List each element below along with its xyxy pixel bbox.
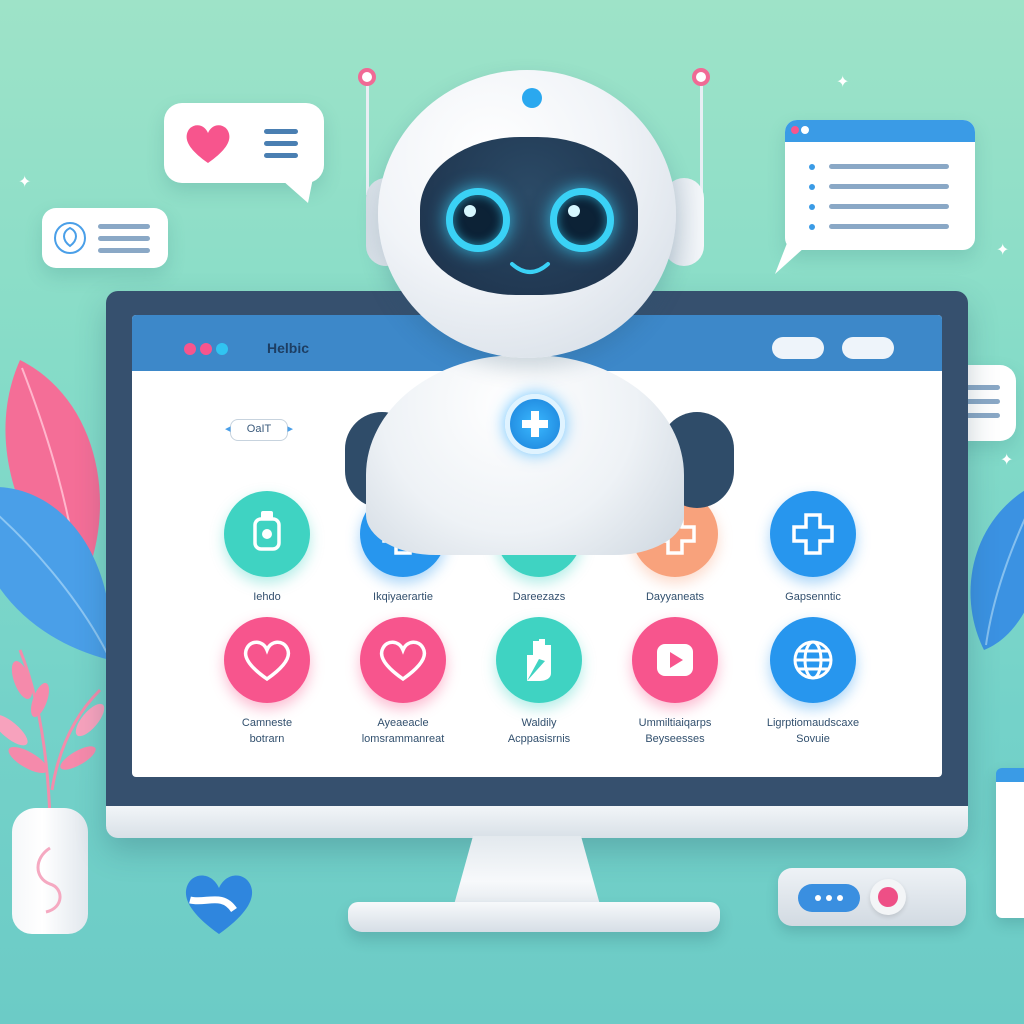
service-tile-label: Ummiltiaiqarps Beyseesses (638, 717, 712, 745)
service-tile-label: Ligrptiomaudscaxe Sovuie (766, 717, 860, 745)
robot-eye-left (446, 188, 510, 252)
chat-bubble-list-tail (775, 238, 815, 274)
chevron-right-icon[interactable]: ▸ (287, 420, 293, 439)
service-tile-label: Gapsenntic (785, 591, 841, 603)
category-selector[interactable]: ◂ OaIT ▸ (225, 419, 293, 441)
medical-cross-icon (505, 394, 565, 454)
service-tile-label: Iehdo (253, 591, 281, 603)
sparkle-icon: ✦ (1000, 452, 1014, 469)
monitor-stand-neck (452, 836, 602, 912)
category-selector-label: OaIT (246, 423, 272, 435)
sparkle-icon: ✦ (18, 174, 32, 191)
robot-eye-right (550, 188, 614, 252)
chat-controls (778, 868, 966, 926)
document-card (996, 768, 1024, 918)
titlebar-button-1[interactable] (772, 337, 824, 359)
chat-bubble-leaf (42, 208, 168, 268)
service-tile[interactable]: Waldily Acppasisrnis (464, 617, 614, 747)
window-dot-blue[interactable] (216, 343, 228, 355)
app-title: Helbic (267, 340, 310, 356)
medical-cross-icon[interactable] (770, 491, 856, 577)
heart-badge-icon (185, 875, 253, 934)
watch-icon[interactable] (224, 491, 310, 577)
antenna-left (366, 85, 369, 195)
heart-icon[interactable] (224, 617, 310, 703)
globe-icon[interactable] (770, 617, 856, 703)
service-tile-label: Ayeaeacle lomsrammanreat (361, 717, 445, 745)
service-tile[interactable]: Iehdo (192, 491, 342, 605)
antenna-right-ball (692, 68, 710, 86)
chat-bubble-heart (164, 103, 324, 203)
typing-indicator-button[interactable] (798, 884, 860, 912)
blue-leaf-decoration (0, 487, 111, 660)
play-icon[interactable] (632, 617, 718, 703)
service-tile-label: Ikqiyaerartie (373, 591, 433, 603)
service-tile[interactable]: Gapsenntic (738, 491, 888, 605)
plant-decoration (0, 649, 105, 820)
service-tile[interactable]: Ligrptiomaudscaxe Sovuie (738, 617, 888, 747)
robot-head-light (522, 88, 542, 108)
vase-decoration (12, 808, 88, 934)
service-tile-label: Camneste botrarn (241, 717, 293, 745)
heart-icon (186, 125, 230, 163)
robot-smile (510, 262, 550, 274)
window-dot-pink[interactable] (200, 343, 212, 355)
service-tile-label: Dayyaneats (645, 591, 705, 603)
service-tile[interactable]: Ayeaeacle lomsrammanreat (328, 617, 478, 747)
sparkle-icon: ✦ (996, 242, 1010, 259)
service-tile[interactable]: Ummiltiaiqarps Beyseesses (600, 617, 750, 747)
antenna-left-ball (358, 68, 376, 86)
monitor-stand-base (348, 902, 720, 932)
heart-icon[interactable] (360, 617, 446, 703)
chevron-left-icon[interactable]: ◂ (225, 420, 231, 439)
service-tile[interactable]: Camneste botrarn (192, 617, 342, 747)
monitor-chin (106, 806, 968, 838)
window-dot-red[interactable] (184, 343, 196, 355)
antenna-right (700, 85, 703, 195)
titlebar-button-2[interactable] (842, 337, 894, 359)
chat-bubble-list (785, 120, 975, 250)
service-tile-label: Dareezazs (512, 591, 566, 603)
service-tile-label: Waldily Acppasisrnis (507, 717, 571, 745)
record-button[interactable] (870, 879, 906, 915)
sparkle-icon: ✦ (836, 74, 850, 91)
hand-icon[interactable] (496, 617, 582, 703)
leaf-icon (54, 222, 86, 254)
